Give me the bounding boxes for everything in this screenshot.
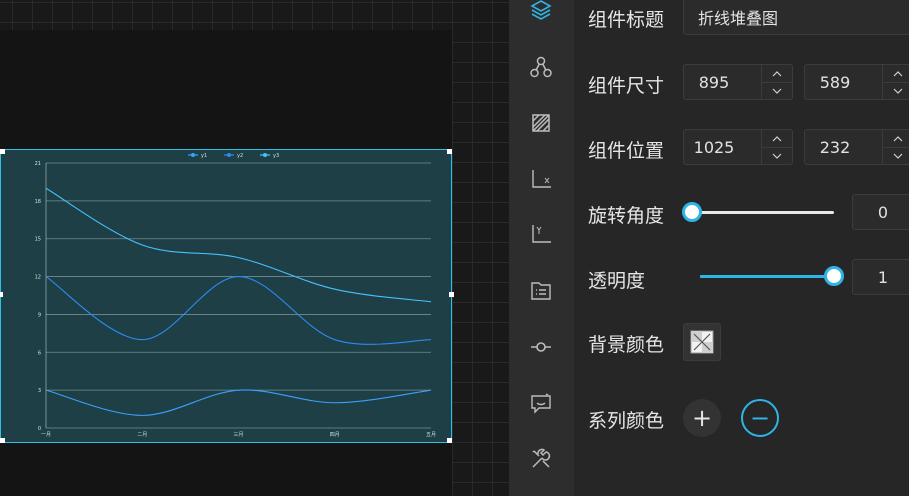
- rotation-input[interactable]: 0: [852, 194, 909, 230]
- comment-icon[interactable]: [528, 390, 554, 416]
- width-stepper: [761, 65, 792, 99]
- position-y-input[interactable]: 232: [804, 129, 909, 165]
- y-tick-label: 6: [38, 350, 41, 356]
- position-y-value: 232: [819, 137, 851, 157]
- series-line-y1: [45, 389, 432, 416]
- position-y-decrement-button[interactable]: [883, 147, 909, 164]
- opacity-slider-thumb[interactable]: [824, 266, 844, 286]
- tools-icon[interactable]: [528, 446, 554, 472]
- resize-handle-right[interactable]: [449, 292, 454, 297]
- shape-icon[interactable]: [528, 110, 554, 136]
- resize-handle-left[interactable]: [0, 292, 3, 297]
- x-axis-icon[interactable]: [528, 166, 554, 192]
- width-increment-button[interactable]: [762, 65, 792, 83]
- remove-series-color-button[interactable]: −: [741, 399, 779, 437]
- legend-label: y3: [273, 153, 279, 159]
- position-y-stepper: [882, 130, 909, 164]
- canvas-area[interactable]: 0 3 6 9 12 15 18 21 一月 二月 三月 四月 五月 y1 y2 y3: [0, 0, 509, 496]
- width-decrement-button[interactable]: [762, 82, 792, 99]
- position-x-increment-button[interactable]: [762, 130, 792, 148]
- transparent-swatch-icon: [690, 330, 714, 354]
- rotation-slider-track: [692, 211, 834, 214]
- series-line-y3: [45, 187, 432, 303]
- opacity-label: 透明度: [588, 270, 646, 292]
- properties-panel: 组件标题 折线堆叠图 组件尺寸 895 589 组件位置 1025 232 旋转…: [574, 0, 909, 496]
- opacity-input[interactable]: 1: [852, 259, 909, 295]
- position-label: 组件位置: [588, 140, 665, 162]
- x-tick-label: 一月: [41, 432, 51, 438]
- y-axis-icon[interactable]: [528, 221, 554, 247]
- height-input[interactable]: 589: [804, 64, 909, 100]
- height-decrement-button[interactable]: [883, 82, 909, 99]
- series-color-label: 系列颜色: [588, 410, 665, 432]
- title-input-value: 折线堆叠图: [698, 9, 779, 28]
- y-tick-label: 21: [35, 161, 41, 167]
- y-tick-label: 15: [35, 237, 41, 243]
- nodes-icon[interactable]: [528, 54, 554, 80]
- resize-handle-bottom-right[interactable]: [447, 438, 452, 443]
- line-chart: 036912151821一月 二月 三月 四月 五月y1 y2 y3: [35, 153, 436, 438]
- position-x-stepper: [761, 130, 792, 164]
- series-line-y2: [45, 276, 432, 345]
- chart-widget[interactable]: 0 3 6 9 12 15 18 21 一月 二月 三月 四月 五月 y1 y2 y3: [0, 149, 454, 443]
- resize-handle-bottom-left[interactable]: [0, 438, 5, 443]
- resize-handle-top-right[interactable]: [447, 149, 452, 154]
- legend-marker: [227, 153, 231, 157]
- y-tick-label: 18: [35, 199, 41, 205]
- icon-rail: [509, 0, 574, 496]
- x-tick-label: 四月: [330, 432, 340, 438]
- rotation-label: 旋转角度: [588, 205, 665, 227]
- height-increment-button[interactable]: [883, 65, 909, 83]
- y-tick-label: 3: [38, 388, 41, 394]
- legend-marker: [191, 153, 195, 157]
- list-icon[interactable]: [528, 278, 554, 304]
- size-label: 组件尺寸: [588, 75, 665, 97]
- height-value: 589: [819, 72, 851, 92]
- x-tick-label: 五月: [426, 432, 436, 438]
- legend-marker: [263, 153, 267, 157]
- rotation-value: 0: [877, 202, 889, 222]
- position-x-value: 1025: [693, 137, 735, 157]
- height-stepper: [882, 65, 909, 99]
- bg-color-label: 背景颜色: [588, 334, 665, 356]
- bg-color-picker[interactable]: [683, 323, 721, 361]
- y-tick-label: 12: [35, 275, 41, 281]
- width-value: 895: [698, 72, 730, 92]
- plus-icon: +: [691, 404, 713, 432]
- title-label: 组件标题: [588, 9, 665, 31]
- x-tick-label: 二月: [137, 432, 147, 438]
- rotation-slider-thumb[interactable]: [682, 202, 702, 222]
- opacity-slider-fill: [700, 275, 834, 278]
- title-input[interactable]: 折线堆叠图: [683, 0, 909, 35]
- legend-label: y2: [237, 153, 243, 159]
- opacity-slider[interactable]: [700, 263, 844, 289]
- y-tick-label: 9: [38, 312, 41, 318]
- legend-label: y1: [201, 153, 207, 159]
- position-x-decrement-button[interactable]: [762, 147, 792, 164]
- x-tick-label: 三月: [233, 432, 243, 438]
- rotation-slider[interactable]: [682, 199, 834, 225]
- line-point-icon[interactable]: [528, 334, 554, 360]
- minus-icon: −: [749, 404, 771, 432]
- position-x-input[interactable]: 1025: [683, 129, 793, 165]
- position-y-increment-button[interactable]: [883, 130, 909, 148]
- layers-icon[interactable]: [528, 0, 554, 23]
- resize-handle-top-left[interactable]: [0, 149, 5, 154]
- width-input[interactable]: 895: [683, 64, 793, 100]
- opacity-value: 1: [877, 267, 889, 287]
- add-series-color-button[interactable]: +: [683, 399, 721, 437]
